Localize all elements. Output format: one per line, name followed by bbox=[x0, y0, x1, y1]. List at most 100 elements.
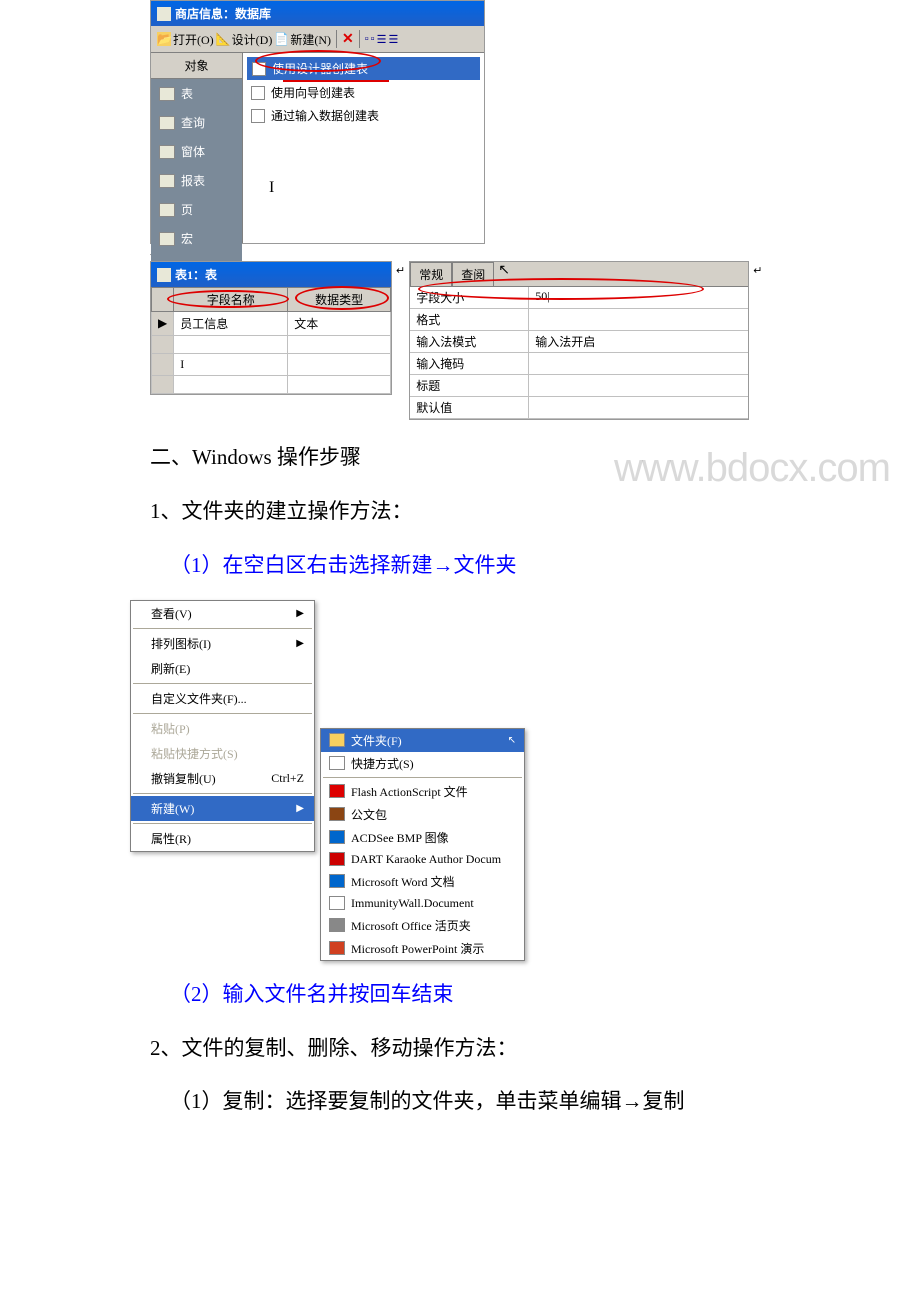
large-icons-btn[interactable]: ▫ bbox=[365, 33, 369, 45]
empty-cell[interactable] bbox=[288, 354, 391, 376]
prop-caption-value[interactable] bbox=[528, 375, 748, 397]
content-area: 使用设计器创建表 使用向导创建表 通过输入数据创建表 I bbox=[243, 53, 484, 243]
sidebar-header: 对象 bbox=[151, 53, 242, 79]
col-fieldname: 字段名称 bbox=[174, 288, 288, 312]
sub-binder[interactable]: Microsoft Office 活页夹 bbox=[321, 914, 524, 937]
table-title-text: 表1：表 bbox=[175, 266, 217, 283]
design-button[interactable]: 📐设计(D) bbox=[216, 31, 273, 48]
empty-cell[interactable] bbox=[174, 376, 288, 394]
sub-dart[interactable]: DART Karaoke Author Docum bbox=[321, 849, 524, 870]
prop-default-label: 默认值 bbox=[410, 397, 528, 419]
query-icon bbox=[159, 116, 175, 130]
flash-icon bbox=[329, 784, 345, 798]
page-icon bbox=[159, 203, 175, 217]
sub-shortcut[interactable]: 快捷方式(S) bbox=[321, 752, 524, 775]
sub-word[interactable]: Microsoft Word 文档 bbox=[321, 870, 524, 893]
ctx-properties[interactable]: 属性(R) bbox=[131, 826, 314, 851]
empty-cell[interactable]: I bbox=[174, 354, 288, 376]
menu-separator bbox=[133, 683, 312, 684]
prop-fieldsize-label: 字段大小 bbox=[410, 287, 528, 309]
new-button[interactable]: 📄新建(N) bbox=[274, 31, 331, 48]
ctx-view[interactable]: 查看(V)▶ bbox=[131, 601, 314, 626]
col-datatype: 数据类型 bbox=[288, 288, 391, 312]
prop-mask-value[interactable] bbox=[528, 353, 748, 375]
prop-caption-label: 标题 bbox=[410, 375, 528, 397]
prop-default-value[interactable] bbox=[528, 397, 748, 419]
new-icon: 📄 bbox=[274, 32, 288, 46]
sidebar-item-macro[interactable]: 宏 bbox=[151, 224, 242, 253]
paragraph-mark: ↵ bbox=[150, 248, 770, 261]
table-design-window: 表1：表 字段名称 数据类型 ▶ 员工信息 文本 I bbox=[150, 261, 392, 395]
context-menu-screenshot: 查看(V)▶ 排列图标(I)▶ 刷新(E) 自定义文件夹(F)... 粘贴(P)… bbox=[130, 600, 770, 961]
sub-ppt[interactable]: Microsoft PowerPoint 演示 bbox=[321, 937, 524, 960]
open-button[interactable]: 📂打开(O) bbox=[157, 31, 214, 48]
row-selector[interactable] bbox=[152, 354, 174, 376]
bmp-icon bbox=[329, 830, 345, 844]
list-btn[interactable]: ☰ bbox=[377, 33, 387, 46]
titlebar: 商店信息：数据库 bbox=[151, 1, 484, 26]
prop-fieldsize-value[interactable]: 50| bbox=[528, 287, 748, 309]
sidebar-item-table[interactable]: 表 bbox=[151, 79, 242, 108]
doc-icon bbox=[329, 896, 345, 910]
ctx-paste-shortcut: 粘贴快捷方式(S) bbox=[131, 741, 314, 766]
field-grid: 字段名称 数据类型 ▶ 员工信息 文本 I bbox=[151, 287, 391, 394]
menu-separator bbox=[323, 777, 522, 778]
shortcut-icon bbox=[329, 756, 345, 770]
small-icons-btn[interactable]: ▫ bbox=[371, 33, 375, 45]
design-icon: 📐 bbox=[216, 32, 230, 46]
row-selector[interactable]: ▶ bbox=[152, 312, 174, 336]
prop-format-value[interactable] bbox=[528, 309, 748, 331]
cursor-icon: ↖ bbox=[498, 262, 510, 286]
row-selector[interactable] bbox=[152, 376, 174, 394]
prop-mask-label: 输入掩码 bbox=[410, 353, 528, 375]
tab-general[interactable]: 常规 bbox=[410, 262, 452, 286]
cursor-icon: ↖ bbox=[508, 735, 516, 746]
row-selector[interactable] bbox=[152, 336, 174, 354]
separator bbox=[359, 30, 360, 48]
create-table-wizard[interactable]: 使用向导创建表 bbox=[247, 82, 480, 103]
form-icon bbox=[159, 145, 175, 159]
open-icon: 📂 bbox=[157, 32, 171, 46]
word-icon bbox=[329, 874, 345, 888]
toolbar: 📂打开(O) 📐设计(D) 📄新建(N) ✕ ▫ ▫ ☰ ☰ bbox=[151, 26, 484, 53]
row-selector-header bbox=[152, 288, 174, 312]
delete-icon[interactable]: ✕ bbox=[342, 31, 354, 48]
sub-bmp[interactable]: ACDSee BMP 图像 bbox=[321, 826, 524, 849]
text-item1-2: （2）输入文件名并按回车结束 bbox=[150, 975, 770, 1015]
submenu-arrow-icon: ▶ bbox=[296, 803, 304, 814]
sidebar-item-report[interactable]: 报表 bbox=[151, 166, 242, 195]
properties-table: 字段大小50| 格式 输入法模式输入法开启 输入掩码 标题 默认值 bbox=[410, 287, 748, 419]
create-table-data[interactable]: 通过输入数据创建表 bbox=[247, 105, 480, 126]
empty-cell[interactable] bbox=[174, 336, 288, 354]
sidebar-item-query[interactable]: 查询 bbox=[151, 108, 242, 137]
report-icon bbox=[159, 174, 175, 188]
prop-ime-value[interactable]: 输入法开启 bbox=[528, 331, 748, 353]
empty-cell[interactable] bbox=[288, 376, 391, 394]
sub-immunity[interactable]: ImmunityWall.Document bbox=[321, 893, 524, 914]
window-title: 商店信息：数据库 bbox=[175, 5, 271, 22]
fieldname-cell[interactable]: 员工信息 bbox=[174, 312, 288, 336]
ctx-undo[interactable]: 撤销复制(U)Ctrl+Z bbox=[131, 766, 314, 791]
sub-briefcase[interactable]: 公文包 bbox=[321, 803, 524, 826]
create-table-designer[interactable]: 使用设计器创建表 bbox=[247, 57, 480, 80]
table-icon bbox=[159, 87, 175, 101]
empty-cell[interactable] bbox=[288, 336, 391, 354]
sidebar-item-page[interactable]: 页 bbox=[151, 195, 242, 224]
paragraph-mark: ↵ bbox=[753, 265, 762, 277]
tab-lookup[interactable]: 查阅 bbox=[452, 262, 494, 286]
text-item2: 2、文件的复制、删除、移动操作方法： bbox=[150, 1029, 770, 1069]
sidebar-item-form[interactable]: 窗体 bbox=[151, 137, 242, 166]
ppt-icon bbox=[329, 941, 345, 955]
text-item2-1: （1）复制：选择要复制的文件夹，单击菜单编辑→复制 bbox=[150, 1082, 770, 1122]
access-database-window: 商店信息：数据库 📂打开(O) 📐设计(D) 📄新建(N) ✕ ▫ ▫ ☰ ☰ … bbox=[150, 0, 485, 244]
ctx-refresh[interactable]: 刷新(E) bbox=[131, 656, 314, 681]
datatype-cell[interactable]: 文本 bbox=[288, 312, 391, 336]
ctx-new[interactable]: 新建(W)▶ bbox=[131, 796, 314, 821]
ctx-customize[interactable]: 自定义文件夹(F)... bbox=[131, 686, 314, 711]
menu-separator bbox=[133, 713, 312, 714]
ctx-arrange[interactable]: 排列图标(I)▶ bbox=[131, 631, 314, 656]
details-btn[interactable]: ☰ bbox=[388, 33, 398, 46]
sub-flash[interactable]: Flash ActionScript 文件 bbox=[321, 780, 524, 803]
db-icon bbox=[157, 7, 171, 21]
sub-folder[interactable]: 文件夹(F)↖ bbox=[321, 729, 524, 752]
